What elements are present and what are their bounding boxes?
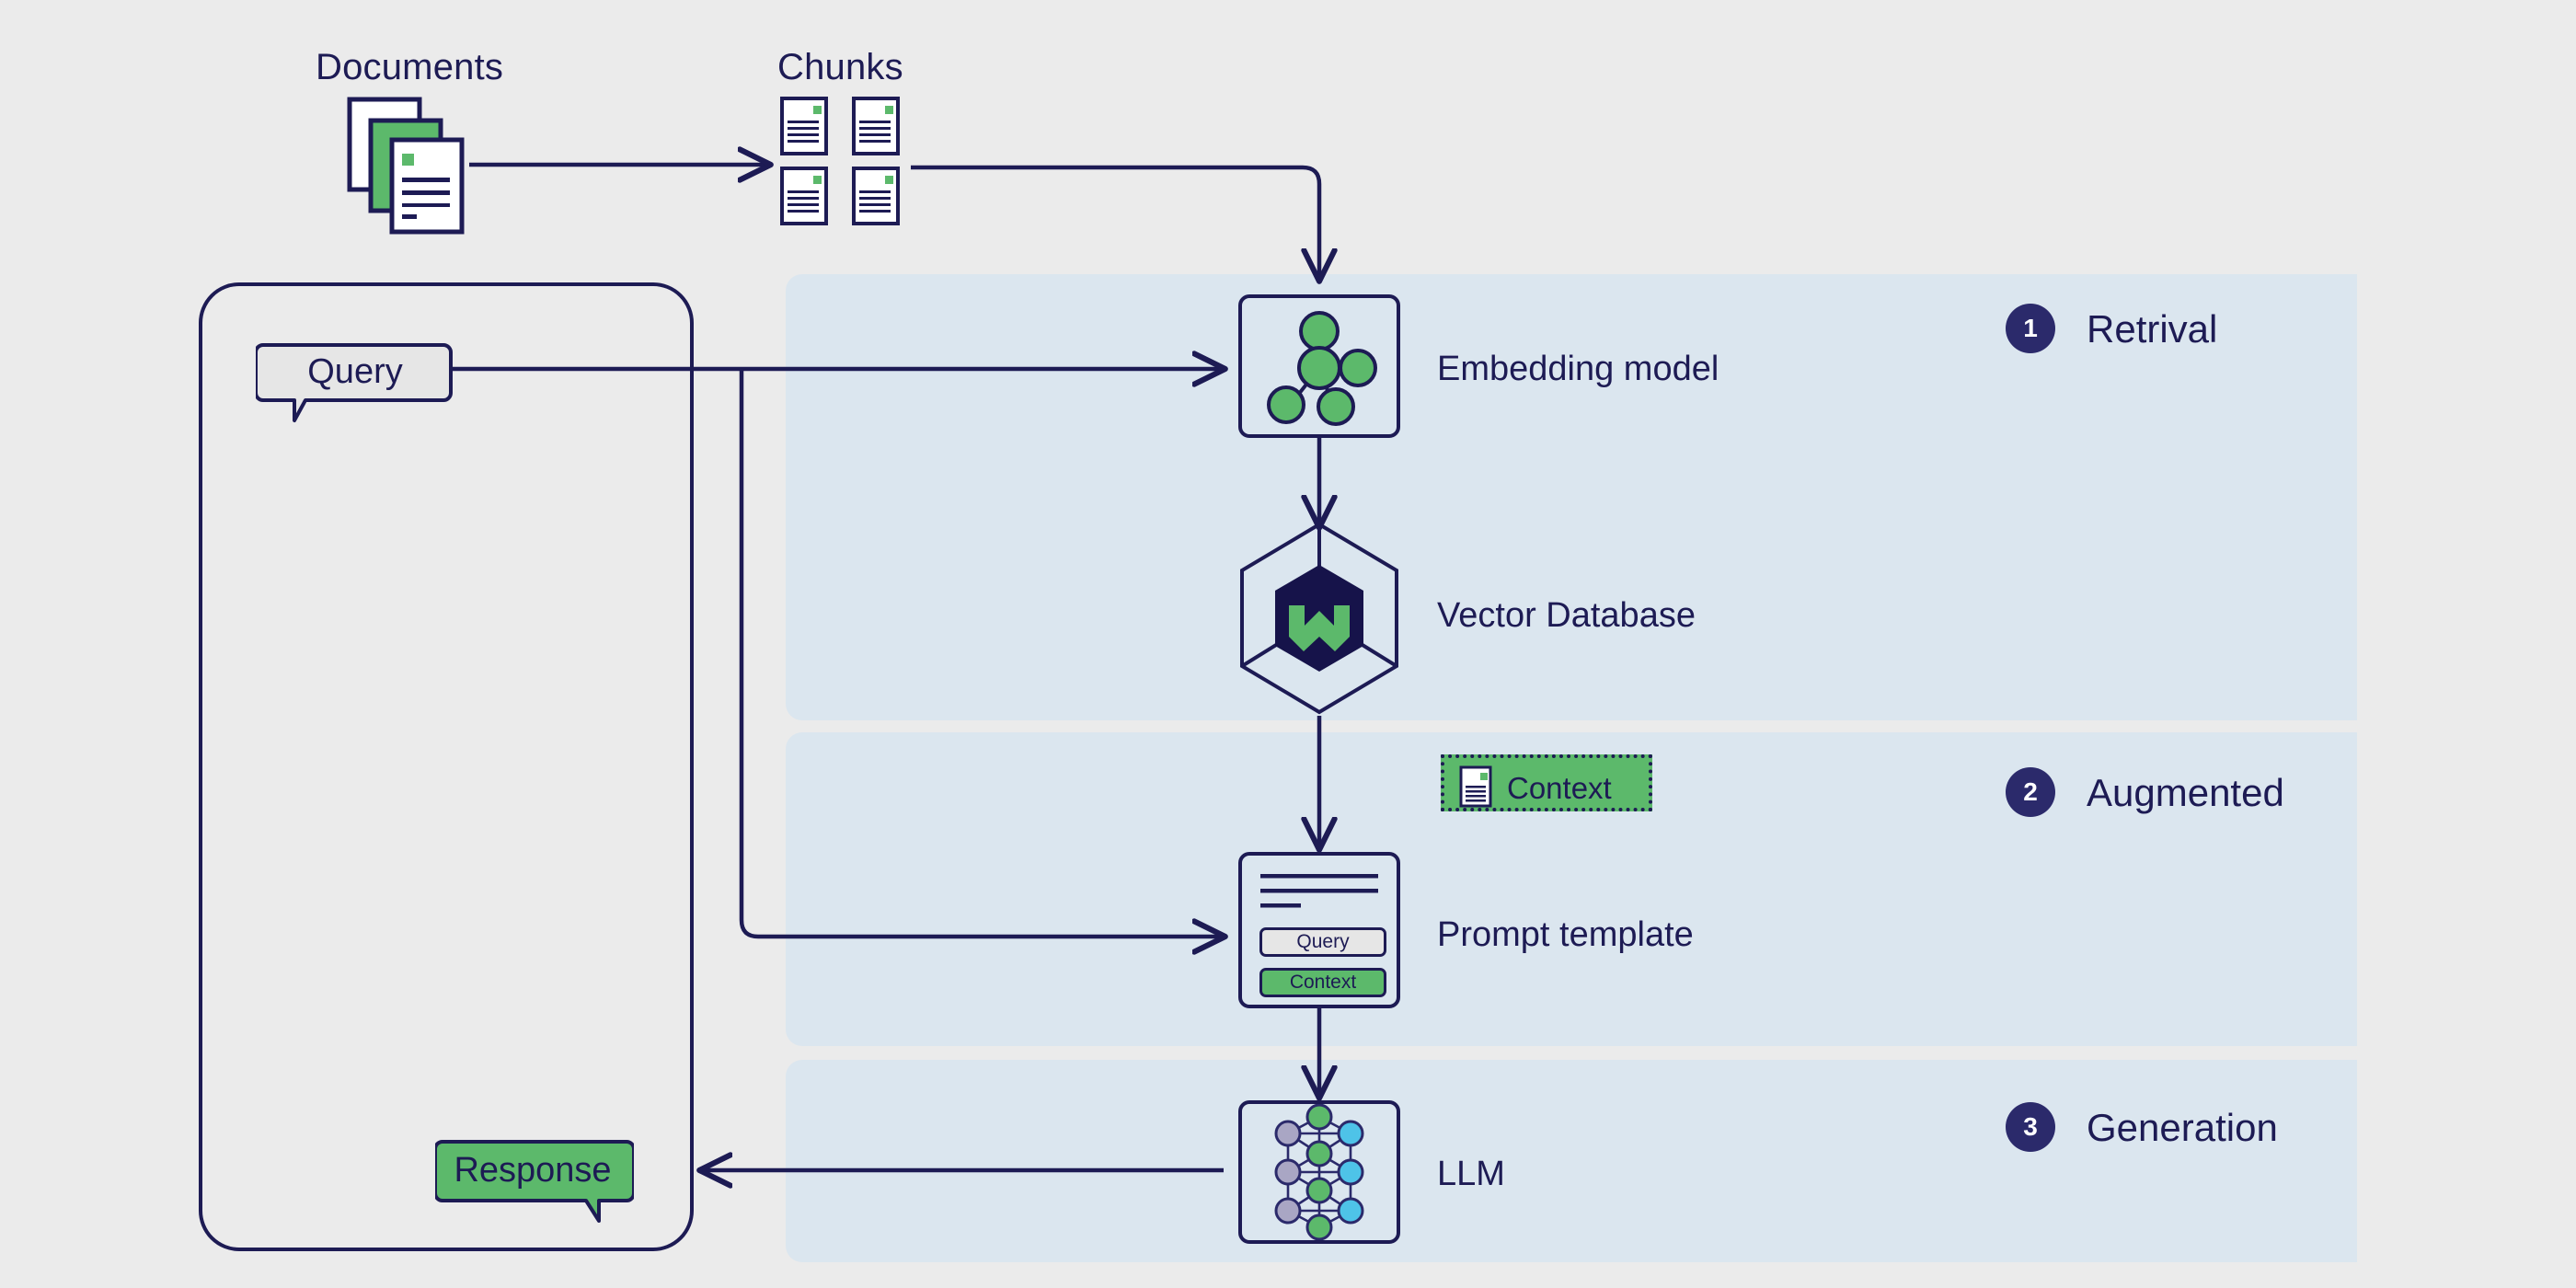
- response-bubble[interactable]: Response: [433, 1138, 636, 1223]
- query-bubble-label: Query: [307, 352, 403, 391]
- node-graph-icon: [1267, 311, 1377, 426]
- llm-node[interactable]: [1238, 1100, 1400, 1244]
- chunks-group: [780, 97, 914, 225]
- vector-database-label: Vector Database: [1437, 596, 1696, 635]
- llm-label: LLM: [1437, 1155, 1505, 1193]
- weaviate-logo-icon: [1240, 522, 1398, 715]
- prompt-field-context[interactable]: Context: [1259, 968, 1386, 997]
- prompt-template-lines: [1260, 872, 1386, 914]
- stage-badge-3: 3: [2006, 1102, 2055, 1152]
- stage-badge-2: 2: [2006, 767, 2055, 817]
- document-icon: [1459, 765, 1492, 808]
- prompt-field-query-label: Query: [1296, 931, 1350, 952]
- query-bubble[interactable]: Query: [254, 336, 454, 422]
- prompt-template-node[interactable]: Query Context: [1238, 852, 1400, 1008]
- documents-header: Documents: [316, 47, 504, 87]
- prompt-template-label: Prompt template: [1437, 915, 1694, 954]
- stage-label-generation: Generation: [2087, 1106, 2278, 1149]
- rag-diagram: Documents Chunks Query Response Embeddin…: [0, 0, 2576, 1288]
- prompt-field-query[interactable]: Query: [1259, 927, 1386, 957]
- embedding-model-label: Embedding model: [1437, 350, 1719, 388]
- context-badge[interactable]: Context: [1441, 754, 1652, 811]
- neural-network-icon: [1274, 1103, 1364, 1241]
- stage-badge-1: 1: [2006, 304, 2055, 353]
- stage-label-retrieval: Retrival: [2087, 307, 2218, 351]
- response-bubble-label: Response: [454, 1151, 612, 1190]
- chunks-header: Chunks: [777, 47, 903, 87]
- context-badge-label: Context: [1507, 771, 1612, 805]
- document-stack-icon: [346, 96, 475, 236]
- vector-database-node[interactable]: [1235, 521, 1404, 716]
- prompt-field-context-label: Context: [1289, 972, 1357, 993]
- embedding-model-node[interactable]: [1238, 294, 1400, 438]
- stage-label-augmented: Augmented: [2087, 771, 2284, 814]
